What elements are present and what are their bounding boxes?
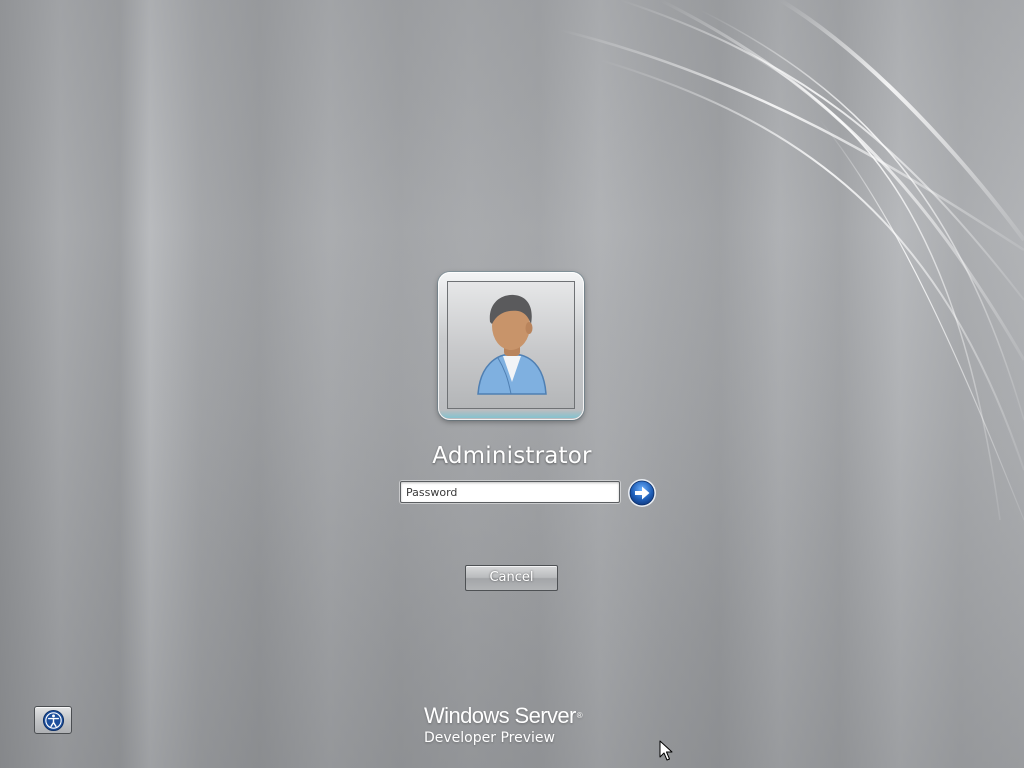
submit-arrow-button[interactable] (627, 478, 657, 508)
product-edition: Developer Preview (424, 730, 555, 746)
user-avatar (447, 281, 575, 409)
cancel-button[interactable]: Cancel (465, 565, 558, 591)
user-name: Administrator (432, 443, 592, 469)
user-tile (438, 272, 584, 420)
product-name: Windows Server® (424, 703, 583, 729)
password-input[interactable] (400, 481, 620, 503)
mouse-pointer-icon (659, 740, 673, 761)
ease-of-access-button[interactable] (34, 706, 72, 734)
arrow-right-icon (628, 479, 656, 507)
product-name-text: Windows Server (424, 703, 576, 728)
trademark-symbol: ® (576, 711, 583, 720)
user-avatar-icon (477, 294, 547, 395)
ease-of-access-icon (42, 709, 65, 732)
windows-server-branding: Windows Server® Developer Preview (424, 703, 583, 747)
